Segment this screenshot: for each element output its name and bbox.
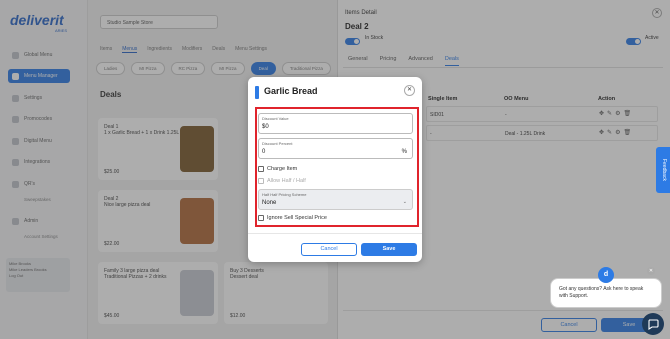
checkbox-box[interactable] bbox=[258, 178, 264, 184]
half-half-pricing-select[interactable]: Half Half Pricing Scheme None ⌄ bbox=[258, 189, 413, 210]
chat-launcher-button[interactable] bbox=[642, 313, 664, 335]
field-label: Discount Value bbox=[262, 116, 289, 121]
save-button[interactable]: Save bbox=[361, 243, 417, 256]
cancel-button[interactable]: Cancel bbox=[301, 243, 357, 256]
field-value: None bbox=[262, 200, 277, 206]
feedback-tab[interactable]: Feedback bbox=[656, 147, 670, 193]
close-icon: ✕ bbox=[648, 268, 654, 274]
chat-icon bbox=[648, 319, 659, 330]
checkbox-box[interactable] bbox=[258, 166, 264, 172]
charge-item-checkbox[interactable]: Charge Item bbox=[258, 166, 297, 172]
divider bbox=[248, 233, 422, 234]
close-icon: ✕ bbox=[406, 87, 413, 93]
title-accent bbox=[255, 86, 259, 99]
modal-close-button[interactable]: ✕ bbox=[404, 85, 415, 96]
chat-dismiss-button[interactable]: ✕ bbox=[647, 267, 655, 275]
checkbox-label: Charge Item bbox=[267, 166, 298, 172]
discount-percent-field[interactable]: Discount Percent 0 % bbox=[258, 138, 413, 159]
field-label: Half Half Pricing Scheme bbox=[262, 192, 307, 197]
support-avatar: d bbox=[598, 267, 614, 283]
field-value: $0 bbox=[262, 124, 269, 130]
checkbox-label: Ignore Sell Special Price bbox=[267, 215, 327, 221]
allow-half-checkbox[interactable]: Allow Half / Half bbox=[258, 178, 306, 184]
checkbox-box[interactable] bbox=[258, 215, 264, 221]
field-value: 0 bbox=[262, 149, 266, 155]
garlic-bread-modal: Garlic Bread ✕ Discount Value $0 Discoun… bbox=[248, 77, 422, 262]
discount-value-field[interactable]: Discount Value $0 bbox=[258, 113, 413, 134]
field-label: Discount Percent bbox=[262, 141, 293, 146]
percent-suffix: % bbox=[401, 149, 407, 155]
modal-title: Garlic Bread bbox=[264, 86, 318, 96]
chevron-down-icon: ⌄ bbox=[402, 199, 407, 205]
ignore-sell-special-price-checkbox[interactable]: Ignore Sell Special Price bbox=[258, 215, 327, 221]
checkbox-label: Allow Half / Half bbox=[267, 178, 306, 184]
